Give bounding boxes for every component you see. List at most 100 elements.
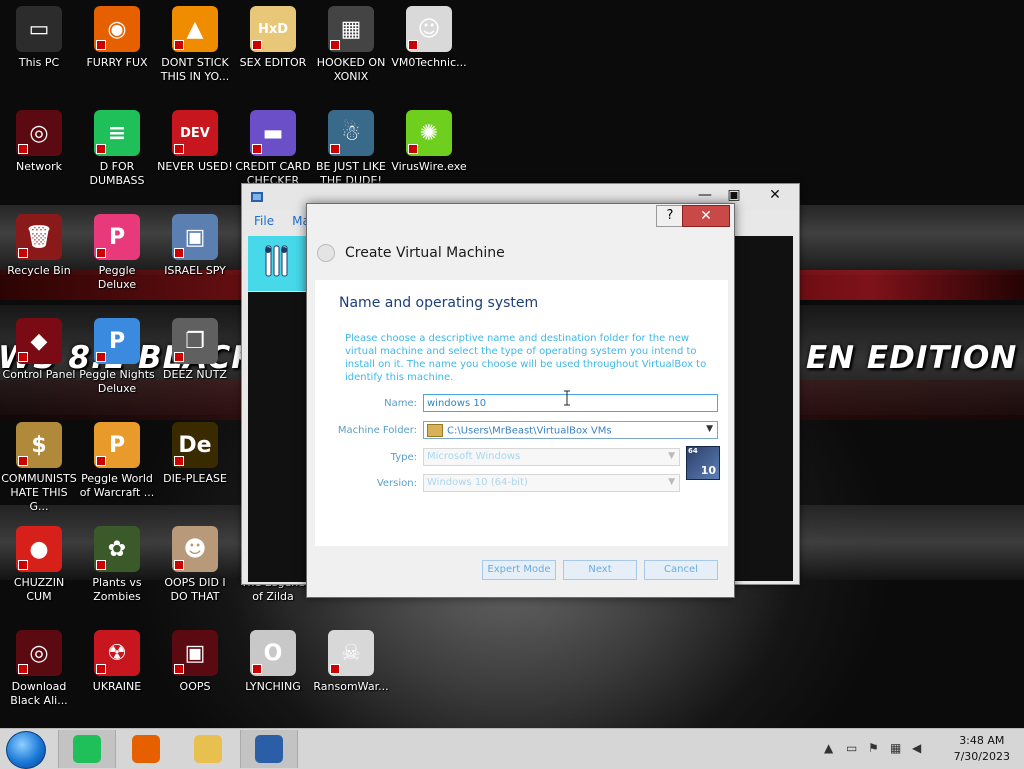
dreamweaver-icon: De — [172, 422, 218, 468]
desktop-icon[interactable]: ◎ Download Black Ali... — [0, 630, 78, 708]
tools-icon — [265, 245, 288, 277]
desktop-icon-label: LYNCHING — [245, 680, 301, 693]
network-icon[interactable]: ▦ — [890, 741, 901, 755]
taskbar-chat-app[interactable] — [58, 730, 116, 768]
help-button[interactable]: ? — [656, 205, 684, 227]
desktop-icon[interactable]: ▭ This PC — [0, 6, 78, 70]
start-button[interactable] — [6, 731, 46, 769]
desktop-icon-label: VM0Technic... — [391, 56, 467, 69]
desktop-icon[interactable]: ☠ RansomWar... — [312, 630, 390, 694]
dialog-titlebar[interactable]: ? ✕ — [307, 204, 734, 227]
desktop-icon[interactable]: ☺ VM0Technic... — [390, 6, 468, 70]
desktop-icon[interactable]: ▣ OOPS — [156, 630, 234, 694]
next-button[interactable]: Next — [563, 560, 637, 580]
desktop-icon-label: FURRY FUX — [86, 56, 148, 69]
taskbar-file-explorer[interactable] — [180, 730, 236, 768]
desktop-icon[interactable]: ▲ DONT STICK THIS IN YO... — [156, 6, 234, 84]
desktop-icon[interactable]: P Peggle Nights Deluxe — [78, 318, 156, 396]
shortcut-arrow-icon — [18, 664, 28, 674]
desktop-icon-label: RansomWar... — [313, 680, 389, 693]
clock[interactable]: 3:48 AM 7/30/2023 — [954, 733, 1010, 765]
menu-file[interactable]: File — [254, 214, 274, 228]
desktop-icon[interactable]: $ COMMUNISTS HATE THIS G... — [0, 422, 78, 514]
desktop-icon[interactable]: 🗑 Recycle Bin — [0, 214, 78, 278]
cancel-button[interactable]: Cancel — [644, 560, 718, 580]
action-center-flag-icon[interactable]: ⚑ — [868, 741, 879, 755]
tools-button[interactable] — [248, 236, 306, 291]
desktop-icon-label: DIE-PLEASE — [163, 472, 227, 485]
taskbar-virtualbox[interactable] — [240, 730, 298, 768]
desktop-icon[interactable]: De DIE-PLEASE — [156, 422, 234, 486]
firefox-icon — [132, 735, 160, 763]
taskbar: ▲ ▭ ⚑ ▦ ◀ 3:48 AM 7/30/2023 — [0, 728, 1024, 769]
desktop-icon[interactable]: ● CHUZZIN CUM — [0, 526, 78, 604]
desktop-icon[interactable]: ☢ UKRAINE — [78, 630, 156, 694]
desktop-icon[interactable]: ◎ Network — [0, 110, 78, 174]
taskbar-firefox[interactable] — [118, 730, 174, 768]
close-button[interactable]: ✕ — [754, 184, 796, 206]
desktop-icon-label: Peggle Deluxe — [97, 264, 137, 291]
machine-folder-label: Machine Folder: — [337, 425, 417, 436]
dialog-close-button[interactable]: ✕ — [682, 205, 730, 227]
expert-mode-button[interactable]: Expert Mode — [482, 560, 556, 580]
desktop-icon[interactable]: HxD SEX EDITOR — [234, 6, 312, 70]
monitor-icon[interactable]: ▭ — [846, 741, 857, 755]
desktop-icon[interactable]: ≡ D FOR DUMBASS — [78, 110, 156, 188]
os-version-label: 10 — [700, 464, 716, 477]
shortcut-arrow-icon — [252, 40, 262, 50]
desktop-icon[interactable]: ▣ ISRAEL SPY — [156, 214, 234, 278]
create-vm-dialog[interactable]: ? ✕ Create Virtual Machine Name and oper… — [306, 203, 735, 598]
machine-folder-select[interactable]: C:\Users\MrBeast\VirtualBox VMs ▼ — [423, 421, 718, 439]
version-value: Windows 10 (64-bit) — [427, 477, 528, 488]
system-tray: ▲ ▭ ⚑ ▦ ◀ 3:48 AM 7/30/2023 — [814, 729, 1024, 769]
desktop-icon[interactable]: DEV NEVER USED! — [156, 110, 234, 174]
desktop-icon[interactable]: ▬ CREDIT CARD CHECKER — [234, 110, 312, 188]
oops-window-icon: ▣ — [172, 630, 218, 676]
desktop-icon-label: CHUZZIN CUM — [13, 576, 65, 603]
shortcut-arrow-icon — [174, 352, 184, 362]
desktop-icon[interactable]: ☃ BE JUST LIKE THE DUDE! — [312, 110, 390, 188]
computer-icon: ▭ — [16, 6, 62, 52]
desktop-icon[interactable]: P Peggle World of Warcraft ... — [78, 422, 156, 500]
back-arrow-icon[interactable] — [317, 244, 335, 262]
desktop-icon[interactable]: ☻ OOPS DID I DO THAT — [156, 526, 234, 604]
version-select[interactable]: Windows 10 (64-bit) ▼ — [423, 474, 680, 492]
hxd-editor-icon: HxD — [250, 6, 296, 52]
plant-flower-icon: ✿ — [94, 526, 140, 572]
shortcut-arrow-icon — [408, 144, 418, 154]
type-select[interactable]: Microsoft Windows ▼ — [423, 448, 680, 466]
shortcut-arrow-icon — [18, 560, 28, 570]
desktop-icon[interactable]: ◆ Control Panel — [0, 318, 78, 382]
desktop-icon[interactable]: P Peggle Deluxe — [78, 214, 156, 292]
shortcut-arrow-icon — [174, 560, 184, 570]
name-label: Name: — [384, 398, 417, 409]
desktop-icon[interactable]: Ο LYNCHING — [234, 630, 312, 694]
volume-icon[interactable]: ◀ — [912, 741, 921, 755]
shortcut-arrow-icon — [330, 144, 340, 154]
desktop-icon[interactable]: ▦ HOOKED ON XONIX — [312, 6, 390, 84]
desktop-icon[interactable]: ❐ DEEZ NUTZ — [156, 318, 234, 382]
desktop-icon[interactable]: ✺ VirusWire.exe — [390, 110, 468, 174]
shortcut-arrow-icon — [174, 40, 184, 50]
section-description: Please choose a descriptive name and des… — [345, 333, 707, 383]
shortcut-arrow-icon — [96, 248, 106, 258]
desktop-icon[interactable]: ✿ Plants vs Zombies — [78, 526, 156, 604]
desktop-icon[interactable]: ◉ FURRY FUX — [78, 6, 156, 70]
show-hidden-icons-icon[interactable]: ▲ — [824, 741, 833, 755]
dialog-title: Create Virtual Machine — [345, 245, 505, 261]
section-title: Name and operating system — [339, 295, 539, 311]
shortcut-arrow-icon — [252, 664, 262, 674]
desktop-icon-label: Download Black Ali... — [10, 680, 68, 707]
folder-icon — [194, 735, 222, 763]
shortcut-arrow-icon — [96, 664, 106, 674]
desktop-icon-label: VirusWire.exe — [391, 160, 467, 173]
firefox-icon: ◉ — [94, 6, 140, 52]
shortcut-arrow-icon — [408, 40, 418, 50]
chevron-down-icon: ▼ — [706, 424, 713, 434]
clock-date: 7/30/2023 — [953, 750, 1010, 763]
wallpaper-text-right: EN EDITION 201 — [806, 340, 1024, 376]
version-label: Version: — [376, 478, 417, 489]
details-pane — [734, 236, 793, 581]
chevron-down-icon: ▼ — [668, 477, 675, 487]
desktop-icon-label: UKRAINE — [92, 680, 142, 693]
